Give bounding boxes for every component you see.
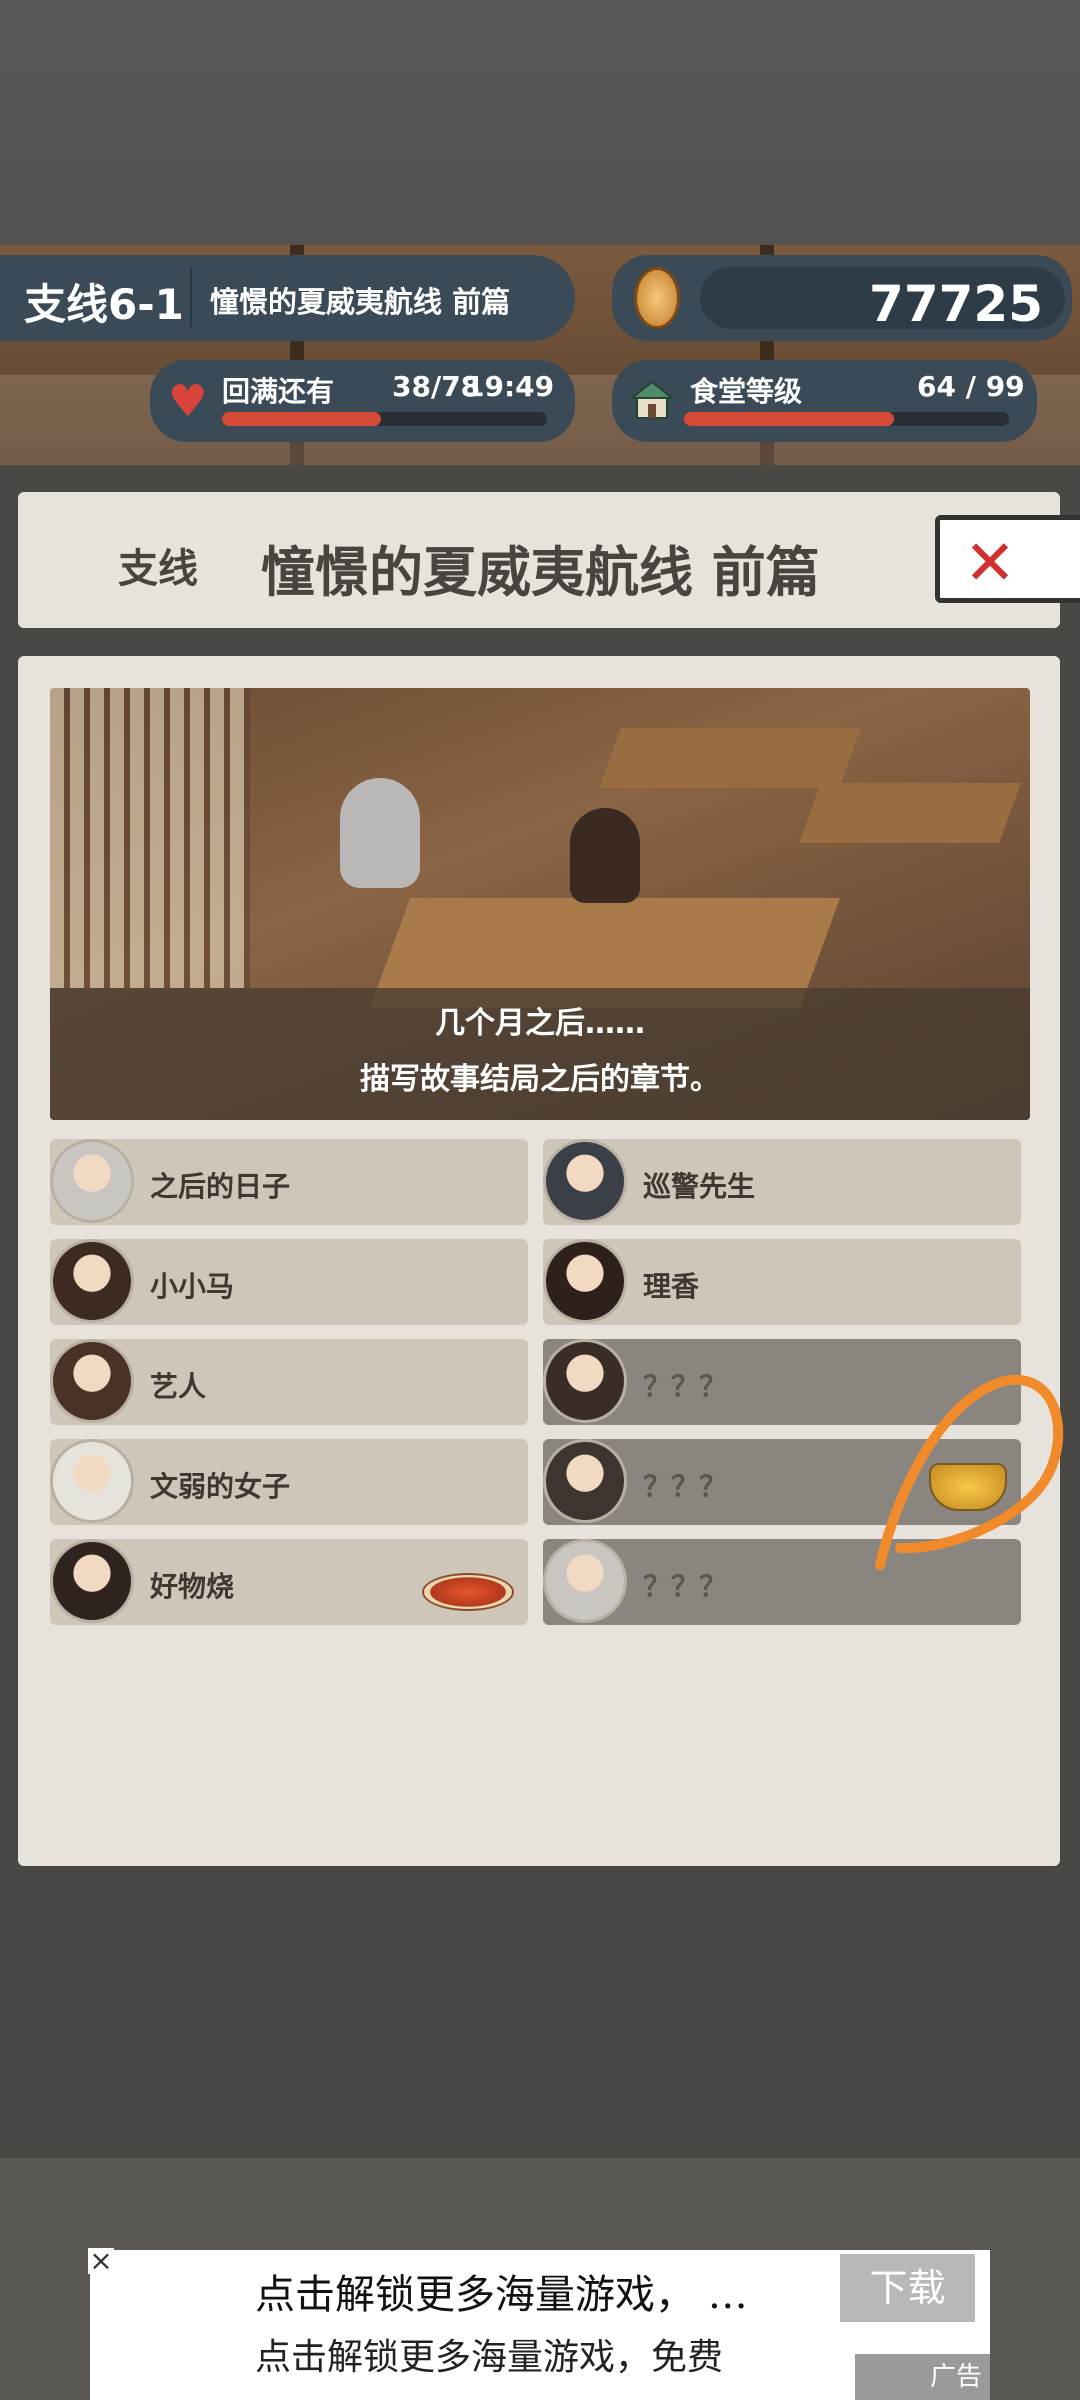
character-label: 小小马 xyxy=(150,1270,235,1303)
character-avatar xyxy=(50,1239,134,1323)
character-avatar xyxy=(50,1539,134,1623)
character-label: ？？？ xyxy=(643,1370,728,1403)
coin-value: 77725 xyxy=(869,275,1043,333)
level-bar xyxy=(684,412,1009,426)
divider xyxy=(190,267,192,327)
character-label: ？？？ xyxy=(643,1470,728,1503)
close-icon: ✕ xyxy=(964,526,1016,599)
character-avatar xyxy=(543,1239,627,1323)
character-avatar xyxy=(543,1539,627,1623)
top-background xyxy=(0,0,1080,245)
ad-badge: 广告 xyxy=(855,2354,990,2400)
character-label: 巡警先生 xyxy=(643,1170,756,1203)
canteen-level-display: 食堂等级 64 / 99 xyxy=(612,360,1037,442)
character-label: 理香 xyxy=(643,1270,700,1303)
coin-icon xyxy=(634,267,680,329)
character-label: 之后的日子 xyxy=(150,1170,291,1203)
level-label: 食堂等级 xyxy=(690,375,803,408)
ad-download-button[interactable]: 下载 xyxy=(840,2254,975,2322)
scene-table xyxy=(599,728,861,788)
branch-label: 支线 xyxy=(118,546,198,592)
character-avatar xyxy=(50,1339,134,1423)
level-bar-fill xyxy=(684,412,894,426)
scene-table xyxy=(799,783,1021,843)
coin-display: 77725 xyxy=(612,255,1072,341)
character-avatar xyxy=(50,1439,134,1523)
scene-window xyxy=(50,688,250,988)
heart-icon: ♥ xyxy=(168,376,208,427)
chapter-pill: 支线6-1 憧憬的夏威夷航线 前篇 xyxy=(0,255,575,341)
character-item[interactable]: 小小马 xyxy=(50,1239,528,1325)
character-item[interactable]: 理香 xyxy=(543,1239,1021,1325)
orange-circle-annotation xyxy=(875,1374,1064,1570)
stamina-bar xyxy=(222,412,547,426)
character-item[interactable]: 好物烧 xyxy=(50,1539,528,1625)
character-item[interactable]: 巡警先生 xyxy=(543,1139,1021,1225)
character-item[interactable]: 文弱的女子 xyxy=(50,1439,528,1525)
chapter-code: 支线6-1 xyxy=(24,280,184,329)
stamina-label: 回满还有 xyxy=(222,375,335,408)
character-label: ？？？ xyxy=(643,1570,728,1603)
ad-text-2: 点击解锁更多海量游戏，免费 xyxy=(255,2337,724,2378)
title-panel: 支线 憧憬的夏威夷航线 前篇 xyxy=(18,492,1060,628)
character-label: 艺人 xyxy=(150,1370,207,1403)
level-value: 64 / 99 xyxy=(917,370,1025,403)
caption-line-1: 几个月之后…… xyxy=(435,1006,645,1041)
scene-girl xyxy=(570,808,640,903)
character-item[interactable]: 艺人 xyxy=(50,1339,528,1425)
scene-grandmother xyxy=(340,778,420,888)
character-avatar xyxy=(543,1139,627,1223)
character-avatar xyxy=(50,1139,134,1223)
dish-icon xyxy=(422,1573,514,1611)
character-avatar xyxy=(543,1439,627,1523)
stamina-display: ♥ 回满还有 38/78 19:49 xyxy=(150,360,575,442)
chapter-title: 憧憬的夏威夷航线 前篇 xyxy=(210,285,511,319)
close-button[interactable]: ✕ xyxy=(935,515,1080,603)
ad-close-icon[interactable]: × xyxy=(88,2247,114,2275)
coin-value-box: 77725 xyxy=(700,267,1065,333)
page-title: 憧憬的夏威夷航线 前篇 xyxy=(261,541,820,604)
scene-caption: 几个月之后…… 描写故事结局之后的章节。 xyxy=(50,988,1030,1120)
chapter-scene-image: 几个月之后…… 描写故事结局之后的章节。 xyxy=(50,688,1030,1120)
stamina-timer: 19:49 xyxy=(465,370,555,403)
character-item[interactable]: 之后的日子 xyxy=(50,1139,528,1225)
character-label: 好物烧 xyxy=(150,1570,235,1603)
house-icon xyxy=(629,380,675,419)
stamina-bar-fill xyxy=(222,412,382,426)
caption-line-2: 描写故事结局之后的章节。 xyxy=(360,1062,720,1097)
ad-text-1: 点击解锁更多海量游戏， … xyxy=(255,2272,748,2318)
character-label: 文弱的女子 xyxy=(150,1470,291,1503)
character-avatar xyxy=(543,1339,627,1423)
ad-banner[interactable]: 点击解锁更多海量游戏， … 点击解锁更多海量游戏，免费 下载 广告 xyxy=(90,2250,990,2400)
